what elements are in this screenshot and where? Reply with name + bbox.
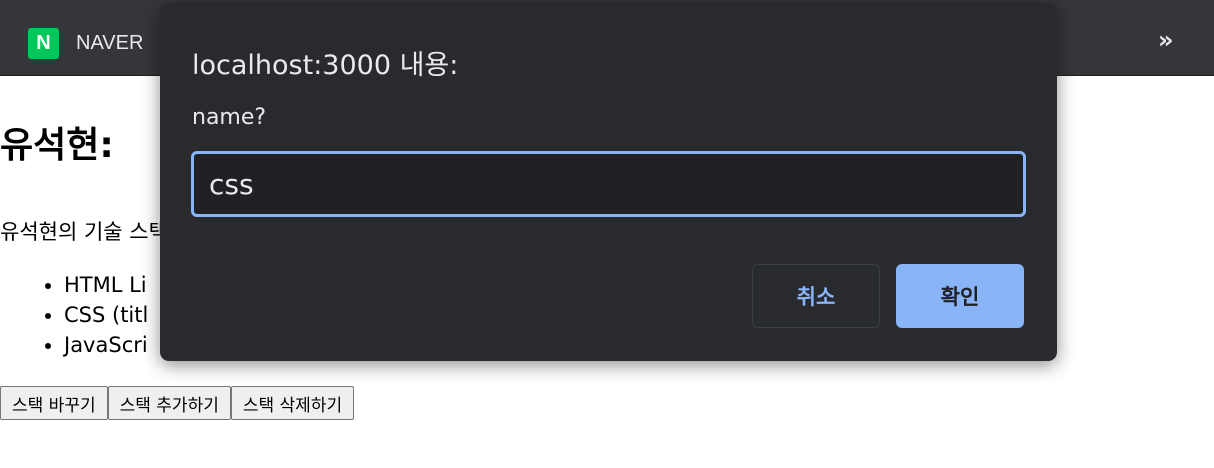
- list-item: JavaScri: [64, 330, 148, 360]
- stack-button-row: 스택 바꾸기 스택 추가하기 스택 삭제하기: [0, 386, 355, 420]
- stack-list: HTML Li CSS (titl JavaScri: [64, 270, 148, 360]
- change-stack-button[interactable]: 스택 바꾸기: [0, 386, 108, 420]
- bookmark-naver[interactable]: N NAVER: [28, 28, 143, 59]
- more-bookmarks-icon[interactable]: »: [1158, 26, 1174, 54]
- naver-logo-icon: N: [28, 28, 59, 59]
- dialog-message: name?: [192, 105, 267, 130]
- list-item: HTML Li: [64, 270, 148, 300]
- page-title: 유석현:: [0, 125, 114, 166]
- cancel-button[interactable]: 취소: [752, 264, 880, 328]
- bookmark-naver-label: NAVER: [76, 32, 144, 54]
- ok-button[interactable]: 확인: [896, 264, 1024, 328]
- dialog-title: localhost:3000 내용:: [192, 50, 459, 81]
- delete-stack-button[interactable]: 스택 삭제하기: [230, 386, 355, 420]
- prompt-dialog: localhost:3000 내용: name? 취소 확인: [160, 3, 1057, 361]
- page-description: 유석현의 기술 스택: [0, 220, 168, 244]
- prompt-input[interactable]: [191, 151, 1026, 217]
- add-stack-button[interactable]: 스택 추가하기: [107, 386, 231, 420]
- list-item: CSS (titl: [64, 300, 148, 330]
